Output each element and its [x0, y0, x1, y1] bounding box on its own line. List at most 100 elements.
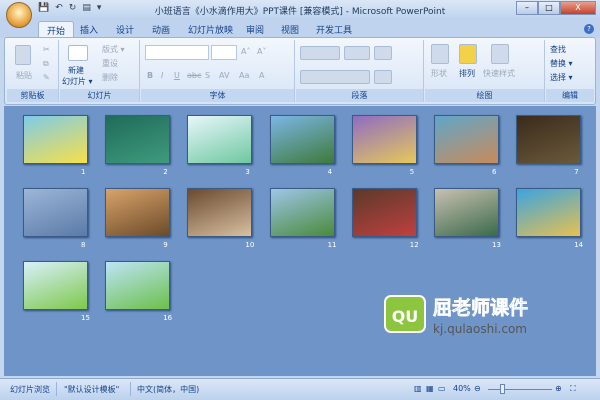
- quick-styles-button[interactable]: 快速样式: [483, 68, 515, 79]
- slide-thumbnail[interactable]: [434, 188, 499, 237]
- slide-sorter-icon[interactable]: ▦: [426, 384, 434, 393]
- tab-animation[interactable]: 动画: [152, 23, 170, 36]
- fit-to-window-icon[interactable]: ⛶: [570, 384, 576, 394]
- underline-button[interactable]: U: [174, 71, 180, 80]
- zoom-out-icon[interactable]: ⊖: [474, 384, 481, 393]
- font-size-combo[interactable]: [211, 45, 237, 60]
- char-spacing-button[interactable]: AV: [219, 71, 229, 80]
- slide-thumbnail[interactable]: [516, 188, 582, 237]
- arrange-icon[interactable]: [459, 44, 477, 64]
- tab-review[interactable]: 审阅: [246, 23, 264, 36]
- tab-slideshow[interactable]: 幻灯片放映: [188, 23, 233, 36]
- slide-thumbnail[interactable]: [269, 188, 335, 237]
- group-slides: 新建 幻灯片 ▾ 版式 ▾ 重设 删除 幻灯片: [60, 40, 140, 102]
- slide-thumbnail[interactable]: [351, 188, 417, 237]
- title-bar: 💾 ↶ ↻ ▤ ▾ 小班语言《小水滴作用大》PPT课件 [兼容模式] - Mic…: [0, 0, 600, 20]
- slide-thumbnail[interactable]: [23, 115, 88, 164]
- ribbon-tabs: 开始 插入 设计 动画 幻灯片放映 审阅 视图 开发工具 ?: [0, 20, 600, 39]
- slide-number: 9: [163, 241, 168, 249]
- slide-number: 2: [163, 168, 168, 176]
- paste-icon[interactable]: [15, 45, 31, 65]
- tab-developer[interactable]: 开发工具: [316, 23, 352, 36]
- minimize-button[interactable]: –: [516, 1, 538, 15]
- slide-thumbnail[interactable]: [351, 115, 417, 164]
- shadow-button[interactable]: S: [205, 71, 210, 80]
- quick-styles-icon[interactable]: [491, 44, 509, 64]
- shapes-button[interactable]: 形状: [431, 68, 447, 79]
- tab-view[interactable]: 视图: [281, 23, 299, 36]
- slide-thumbnail[interactable]: [516, 115, 582, 164]
- paste-button[interactable]: 粘贴: [16, 70, 32, 81]
- find-button[interactable]: 查找: [550, 44, 566, 55]
- reset-button[interactable]: 重设: [102, 58, 118, 69]
- slide-thumbnail[interactable]: [23, 188, 88, 237]
- slide-thumbnail[interactable]: [187, 188, 253, 237]
- grow-font-button[interactable]: A˄: [241, 47, 250, 56]
- zoom-slider-thumb[interactable]: [499, 384, 505, 394]
- new-slide-button[interactable]: 新建: [68, 65, 84, 76]
- tab-insert[interactable]: 插入: [80, 23, 98, 36]
- italic-button[interactable]: I: [161, 71, 163, 80]
- ribbon: 粘贴 ✂ ⧉ ✎ 剪贴板 新建 幻灯片 ▾ 版式 ▾ 重设 删除 幻灯片 A˄ …: [4, 37, 596, 105]
- office-button[interactable]: [6, 2, 32, 28]
- slide-thumbnail[interactable]: [269, 115, 335, 164]
- slide-number: 11: [327, 241, 337, 249]
- format-painter-icon[interactable]: ✎: [43, 73, 50, 82]
- slide-number: 4: [327, 168, 333, 176]
- slide-thumbnail[interactable]: [187, 115, 253, 164]
- shrink-font-button[interactable]: A˅: [257, 47, 266, 56]
- normal-view-icon[interactable]: ▥: [414, 384, 422, 393]
- columns-icon[interactable]: [374, 70, 392, 84]
- new-slide-dropdown[interactable]: 幻灯片 ▾: [62, 76, 93, 87]
- slide-thumbnail[interactable]: [23, 261, 88, 310]
- font-name-combo[interactable]: [145, 45, 209, 60]
- zoom-in-icon[interactable]: ⊕: [555, 384, 562, 393]
- slide-thumbnail[interactable]: [105, 115, 171, 164]
- group-label: 剪贴板: [7, 89, 58, 102]
- svg-text:kj.qulaoshi.com: kj.qulaoshi.com: [433, 322, 527, 336]
- status-language[interactable]: 中文(简体，中国): [137, 384, 199, 395]
- tab-design[interactable]: 设计: [116, 23, 134, 36]
- line-spacing-icon[interactable]: [374, 46, 392, 60]
- strikethrough-button[interactable]: abc: [187, 71, 201, 80]
- replace-button[interactable]: 替换 ▾: [550, 58, 573, 69]
- slide-number: 3: [245, 168, 250, 176]
- slide-thumbnail[interactable]: [105, 261, 171, 310]
- select-button[interactable]: 选择 ▾: [550, 72, 573, 83]
- cut-icon[interactable]: ✂: [43, 45, 50, 54]
- slide-number: 6: [492, 168, 497, 176]
- shapes-icon[interactable]: [431, 44, 449, 64]
- status-bar: 幻灯片浏览 "默认设计模板" 中文(简体，中国) ▥ ▦ ▭ 40% ⊖ ⊕ ⛶: [0, 378, 600, 400]
- help-icon[interactable]: ?: [584, 24, 594, 34]
- indent-icon[interactable]: [344, 46, 370, 60]
- group-label: 段落: [296, 89, 423, 102]
- bold-button[interactable]: B: [147, 71, 153, 80]
- group-clipboard: 粘贴 ✂ ⧉ ✎ 剪贴板: [7, 40, 59, 102]
- svg-text:QU: QU: [392, 307, 419, 326]
- group-label: 字体: [141, 89, 294, 102]
- copy-icon[interactable]: ⧉: [43, 59, 49, 69]
- slide-number: 7: [574, 168, 579, 176]
- close-button[interactable]: X: [560, 1, 596, 15]
- group-font: A˄ A˅ B I U abc S AV Aa A 字体: [141, 40, 295, 102]
- layout-button[interactable]: 版式 ▾: [102, 44, 125, 55]
- slide-thumbnail[interactable]: [434, 115, 499, 164]
- align-icons[interactable]: [300, 70, 370, 84]
- status-theme[interactable]: "默认设计模板": [64, 384, 119, 395]
- maximize-button[interactable]: □: [538, 1, 560, 15]
- arrange-button[interactable]: 排列: [459, 68, 475, 79]
- slide-number: 1: [81, 168, 86, 176]
- watermark-logo: QU 屈老师课件 kj.qulaoshi.com: [383, 290, 593, 341]
- font-color-button[interactable]: A: [259, 71, 264, 80]
- group-label: 编辑: [546, 89, 594, 102]
- delete-button[interactable]: 删除: [102, 72, 118, 83]
- slideshow-icon[interactable]: ▭: [438, 384, 446, 393]
- zoom-slider[interactable]: [488, 389, 552, 390]
- slide-thumbnail[interactable]: [105, 188, 171, 237]
- new-slide-icon[interactable]: [68, 45, 88, 61]
- change-case-button[interactable]: Aa: [239, 71, 249, 80]
- window-title: 小班语言《小水滴作用大》PPT课件 [兼容模式] - Microsoft Pow…: [154, 7, 446, 17]
- bullets-icon[interactable]: [300, 46, 340, 60]
- zoom-level[interactable]: 40%: [453, 384, 471, 393]
- slide-number: 5: [409, 168, 415, 176]
